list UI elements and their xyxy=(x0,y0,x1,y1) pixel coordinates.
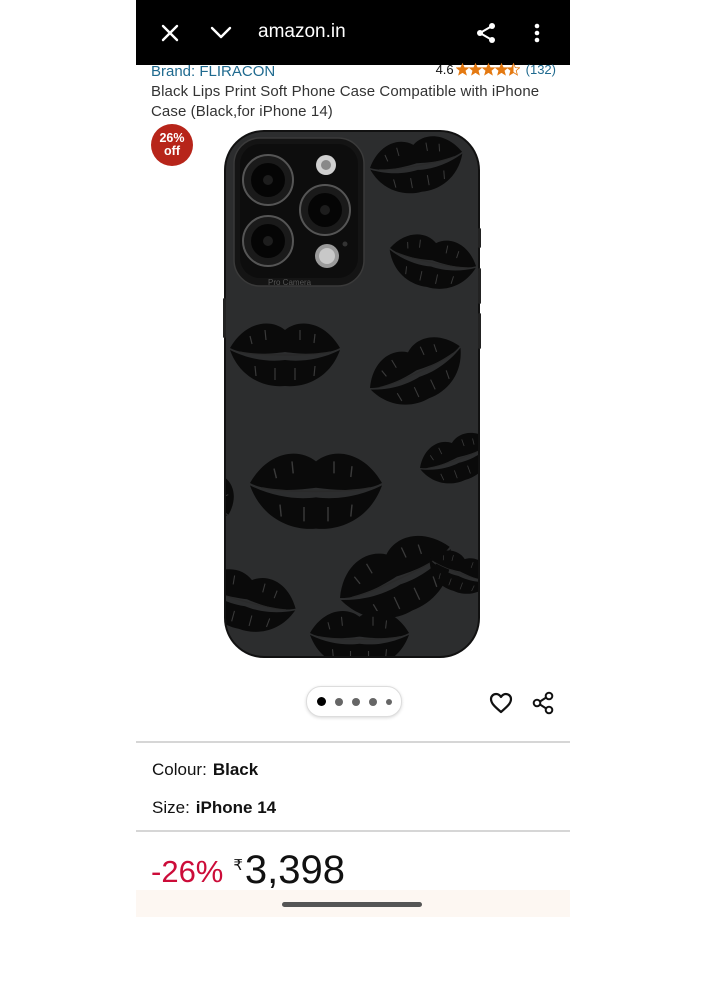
size-value: iPhone 14 xyxy=(195,798,277,817)
star-rating-icon xyxy=(455,63,520,76)
share-icon[interactable] xyxy=(472,19,500,47)
close-icon[interactable] xyxy=(156,19,184,47)
price-row: -26% ₹ 3,398 xyxy=(151,846,345,894)
badge-off: off xyxy=(164,144,180,158)
rating-count[interactable]: (132) xyxy=(526,62,556,77)
divider xyxy=(136,741,570,743)
product-title: Black Lips Print Soft Phone Case Compati… xyxy=(151,83,540,120)
heart-icon[interactable] xyxy=(488,690,514,716)
browser-toolbar: amazon.in xyxy=(136,0,570,65)
discount-badge: 26% off xyxy=(151,124,193,166)
carousel-dot[interactable] xyxy=(334,697,343,706)
colour-value: Black xyxy=(212,760,259,779)
image-carousel-dots[interactable] xyxy=(306,686,402,717)
app-screen: amazon.in Brand: FLIRACON 4.6 (132) Blac… xyxy=(136,0,570,917)
currency-symbol: ₹ xyxy=(233,857,243,874)
discount-percent: -26% xyxy=(151,854,224,889)
url-text[interactable]: amazon.in xyxy=(258,21,346,43)
carousel-dot[interactable] xyxy=(316,697,326,706)
rating[interactable]: 4.6 (132) xyxy=(436,62,556,77)
divider xyxy=(136,830,570,832)
brand-rating-row: Brand: FLIRACON 4.6 (132) xyxy=(151,62,556,81)
gesture-bar[interactable] xyxy=(282,902,422,907)
more-vertical-icon[interactable] xyxy=(523,19,551,47)
product-image[interactable]: Pro Camera xyxy=(220,128,484,660)
carousel-dot[interactable] xyxy=(385,698,392,705)
rating-value: 4.6 xyxy=(435,62,454,77)
chevron-down-icon[interactable] xyxy=(207,19,235,47)
size-option[interactable]: Size: iPhone 14 xyxy=(152,798,276,818)
lens-text: Pro Camera xyxy=(268,278,312,287)
colour-option[interactable]: Colour: Black xyxy=(152,760,258,780)
share-icon[interactable] xyxy=(530,690,556,716)
carousel-dot[interactable] xyxy=(368,697,377,706)
colour-label: Colour: xyxy=(152,760,207,779)
carousel-dot[interactable] xyxy=(351,697,360,706)
size-label: Size: xyxy=(152,798,190,817)
price-amount: 3,398 xyxy=(244,848,346,892)
brand-link[interactable]: Brand: FLIRACON xyxy=(151,63,275,80)
